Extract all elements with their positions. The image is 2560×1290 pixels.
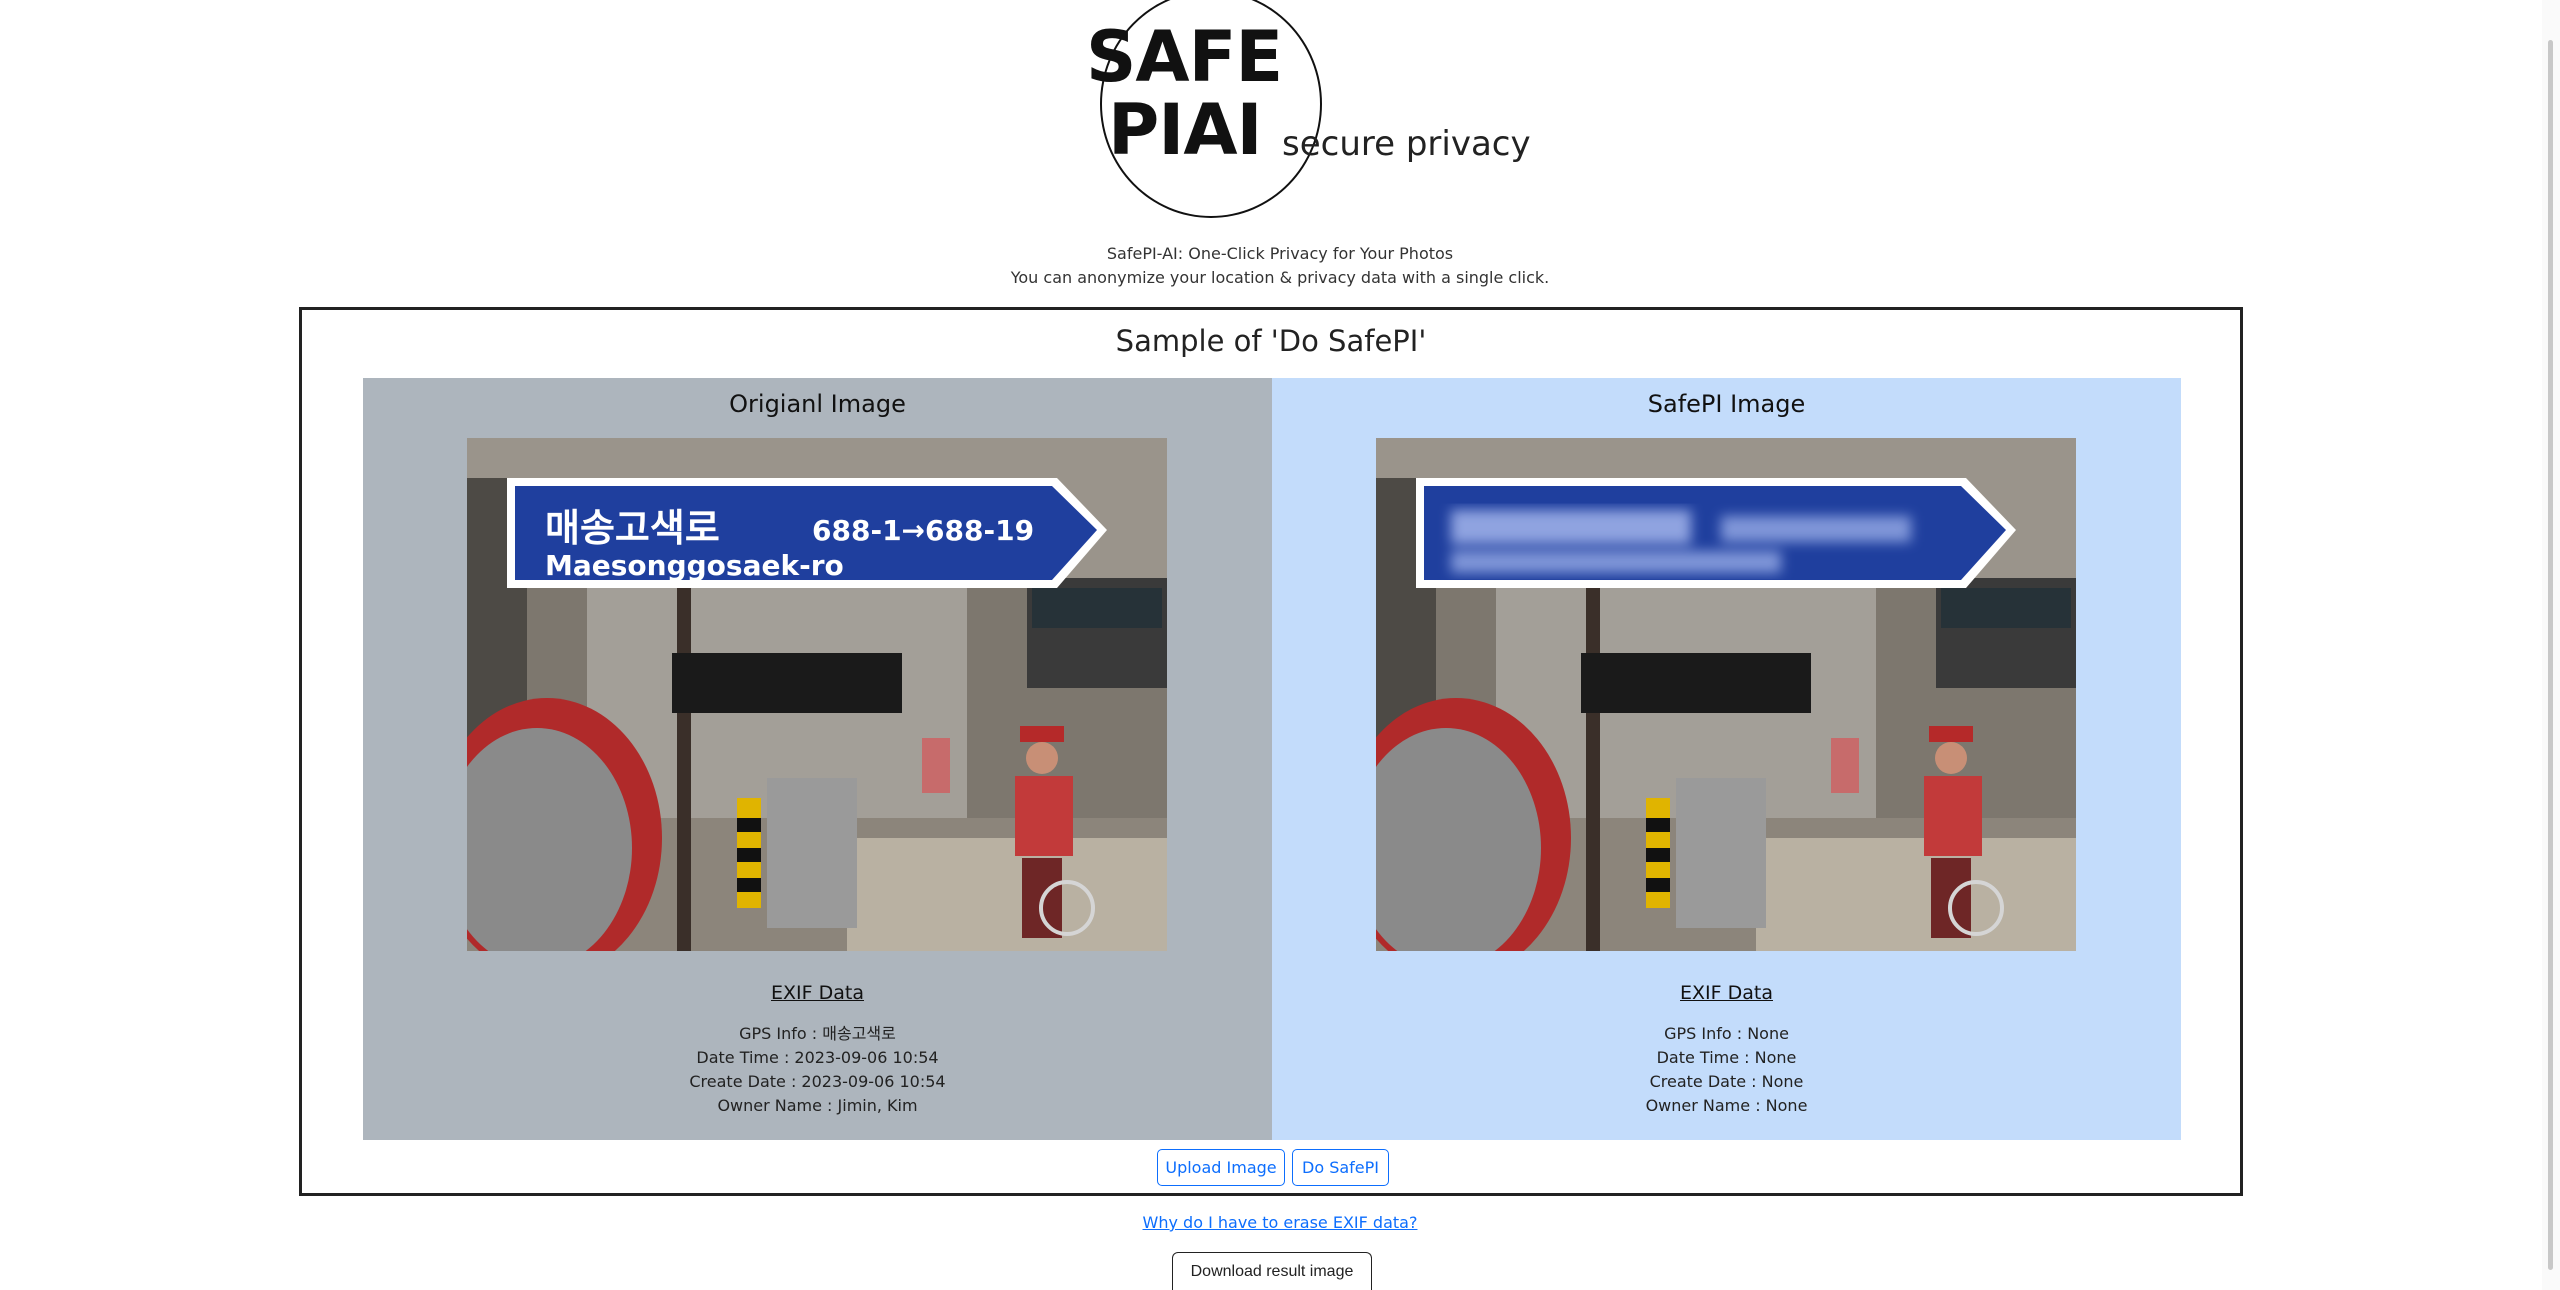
original-photo: 매송고색로 688-1→688-19 Maesonggosaek-ro [467, 438, 1167, 951]
safepi-exif-gps: GPS Info : None [1664, 1024, 1789, 1043]
safepi-exif-datetime: Date Time : None [1656, 1048, 1797, 1067]
safepi-exif-list: GPS Info : None Date Time : None Create … [1272, 1022, 2181, 1118]
original-exif-gps: GPS Info : 매송고색로 [739, 1024, 896, 1043]
safepi-street-sign-blurred [1416, 478, 2016, 588]
upload-image-button[interactable]: Upload Image [1157, 1149, 1285, 1186]
safepi-exif-heading: EXIF Data [1680, 982, 1773, 1004]
original-exif-heading: EXIF Data [771, 982, 864, 1004]
do-safepi-button[interactable]: Do SafePI [1292, 1149, 1389, 1186]
logo-word-piai: PIAI [1108, 89, 1263, 171]
intro-headline: SafePI-AI: One-Click Privacy for Your Ph… [1106, 244, 1454, 263]
why-erase-exif-link[interactable]: Why do I have to erase EXIF data? [1143, 1213, 1418, 1232]
original-street-sign: 매송고색로 688-1→688-19 Maesonggosaek-ro [507, 478, 1107, 588]
why-exif-link-row: Why do I have to erase EXIF data? [0, 1213, 2560, 1232]
sample-frame: Sample of 'Do SafePI' Origianl Image 매송고… [299, 307, 2243, 1196]
safepi-image-title: SafePI Image [1647, 390, 1806, 418]
safepi-image-panel: SafePI Image EXIF Data GPS Info: None D… [1272, 378, 2181, 1140]
original-exif-createdate: Create Date : 2023-09-06 10:54 [689, 1072, 946, 1091]
sample-title: Sample of 'Do SafePI' [1115, 324, 1427, 358]
original-sign-numbers: 688-1→688-19 [812, 514, 1034, 547]
logo-tagline: secure privacy [1282, 124, 1531, 164]
page-scrollbar[interactable] [2542, 0, 2560, 1290]
safepi-logo: SAFE PIAI secure privacy [1086, 0, 1531, 220]
original-exif-list: GPS Info : 매송고색로 Date Time : 2023-09-06 … [363, 1022, 1272, 1118]
original-image-panel: Origianl Image 매송고색로 688-1→688-19 Maeson… [363, 378, 1272, 1140]
original-exif-datetime: Date Time : 2023-09-06 10:54 [696, 1048, 939, 1067]
safepi-exif-createdate: Create Date : None [1649, 1072, 1804, 1091]
original-photo-scene: 매송고색로 688-1→688-19 Maesonggosaek-ro [467, 438, 1167, 951]
safepi-photo [1376, 438, 2076, 951]
original-sign-korean: 매송고색로 [545, 506, 720, 550]
safepi-exif-owner: Owner Name : None [1645, 1096, 1808, 1115]
original-exif-owner: Owner Name : Jimin, Kim [717, 1096, 918, 1115]
original-sign-roman: Maesonggosaek-ro [545, 549, 844, 582]
original-image-title: Origianl Image [729, 390, 906, 418]
intro-description: You can anonymize your location & privac… [1010, 268, 1550, 287]
logo-word-safe: SAFE [1086, 16, 1283, 98]
safepi-photo-scene [1376, 438, 2076, 951]
scrollbar-thumb[interactable] [2548, 40, 2553, 1270]
download-result-button[interactable]: Download result image [1172, 1252, 1372, 1290]
